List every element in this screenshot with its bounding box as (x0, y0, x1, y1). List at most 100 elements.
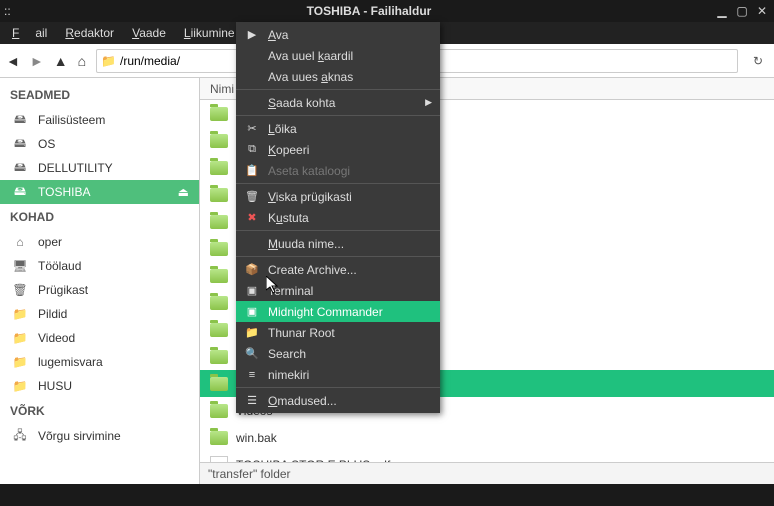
separator (236, 183, 440, 184)
ctx-rename[interactable]: Muuda nime... (236, 233, 440, 254)
minimize-button[interactable]: ▁ (714, 3, 730, 19)
terminal-icon: ▣ (244, 283, 260, 299)
ctx-delete[interactable]: ✖Kustuta (236, 207, 440, 228)
up-button[interactable]: ▲ (54, 53, 68, 69)
ctx-open-window[interactable]: Ava uues aknas (236, 66, 440, 87)
folder-icon (210, 296, 228, 310)
ctx-send-to[interactable]: Saada kohta▶ (236, 92, 440, 113)
separator (236, 115, 440, 116)
ctx-open-tab[interactable]: Ava uuel kaardil (236, 45, 440, 66)
folder-icon (210, 431, 228, 445)
folder-icon (210, 404, 228, 418)
folder-icon: 📁 (101, 54, 116, 68)
status-bar: "transfer" folder (200, 462, 774, 484)
terminal-icon: ▣ (244, 304, 260, 320)
folder-icon (210, 350, 228, 364)
folder-icon (210, 134, 228, 148)
delete-icon: ✖ (244, 210, 260, 226)
ctx-terminal[interactable]: ▣Terminal (236, 280, 440, 301)
cut-icon: ✂ (244, 121, 260, 137)
file-row[interactable]: TOSHIBA STOR.E PLUS.pdf (200, 451, 774, 462)
sidebar-item-husu[interactable]: 📁HUSU (0, 374, 199, 398)
ctx-search[interactable]: 🔍Search (236, 343, 440, 364)
open-icon: ▶ (244, 27, 260, 43)
folder-icon (210, 188, 228, 202)
ctx-open[interactable]: ▶Ava (236, 24, 440, 45)
separator (236, 387, 440, 388)
sidebar-item-pictures[interactable]: 📁Pildid (0, 302, 199, 326)
folder-icon: 📁 (10, 306, 30, 322)
properties-icon: ☰ (244, 393, 260, 409)
home-button[interactable]: ⌂ (78, 53, 86, 69)
folder-icon (210, 269, 228, 283)
close-button[interactable]: ✕ (754, 3, 770, 19)
ctx-copy[interactable]: ⧉Kopeeri (236, 139, 440, 160)
sidebar-item-desktop[interactable]: 🖥Töölaud (0, 254, 199, 278)
ctx-midnight-commander[interactable]: ▣Midnight Commander (236, 301, 440, 322)
pdf-icon (210, 456, 228, 463)
sidebar-item-os[interactable]: 🖴OS (0, 132, 199, 156)
drive-icon: 🖴 (10, 184, 30, 200)
ctx-archive[interactable]: 📦Create Archive... (236, 259, 440, 280)
folder-icon (210, 242, 228, 256)
ctx-properties[interactable]: ☰Omadused... (236, 390, 440, 411)
network-header: VÕRK (0, 398, 199, 424)
path-text: /run/media/ (120, 54, 180, 68)
devices-header: SEADMED (0, 82, 199, 108)
separator (236, 230, 440, 231)
ctx-paste: 📋Aseta kataloogi (236, 160, 440, 181)
back-button[interactable]: ◄ (6, 53, 20, 69)
search-icon: 🔍 (244, 346, 260, 362)
sidebar-item-toshiba[interactable]: 🖴TOSHIBA⏏ (0, 180, 199, 204)
folder-icon: 📁 (10, 354, 30, 370)
sidebar: SEADMED 🖴Failisüsteem 🖴OS 🖴DELLUTILITY 🖴… (0, 78, 200, 484)
trash-icon: 🗑 (10, 282, 30, 298)
folder-icon: 📁 (244, 325, 260, 341)
separator (236, 256, 440, 257)
list-icon: ≡ (244, 367, 260, 383)
context-menu: ▶Ava Ava uuel kaardil Ava uues aknas Saa… (236, 22, 440, 413)
maximize-button[interactable]: ▢ (734, 3, 750, 19)
menu-view[interactable]: Vaade (124, 24, 174, 42)
archive-icon: 📦 (244, 262, 260, 278)
folder-icon (210, 215, 228, 229)
folder-icon (210, 323, 228, 337)
ctx-thunar-root[interactable]: 📁Thunar Root (236, 322, 440, 343)
ctx-nimekiri[interactable]: ≡nimekiri (236, 364, 440, 385)
home-icon: ⌂ (10, 234, 30, 250)
forward-button[interactable]: ► (30, 53, 44, 69)
drive-icon: 🖴 (10, 112, 30, 128)
ctx-trash[interactable]: 🗑Viska prügikasti (236, 186, 440, 207)
places-header: KOHAD (0, 204, 199, 230)
sidebar-item-dellutility[interactable]: 🖴DELLUTILITY (0, 156, 199, 180)
copy-icon: ⧉ (244, 142, 260, 158)
sidebar-item-videos[interactable]: 📁Videod (0, 326, 199, 350)
sidebar-item-network[interactable]: 🖧Võrgu sirvimine (0, 424, 199, 448)
network-icon: 🖧 (10, 428, 30, 444)
submenu-arrow-icon: ▶ (425, 97, 432, 108)
sidebar-item-lugemisvara[interactable]: 📁lugemisvara (0, 350, 199, 374)
folder-icon: 📁 (10, 378, 30, 394)
trash-icon: 🗑 (244, 189, 260, 205)
paste-icon: 📋 (244, 163, 260, 179)
folder-icon (210, 377, 228, 391)
file-name: win.bak (236, 431, 277, 445)
sidebar-item-filesystem[interactable]: 🖴Failisüsteem (0, 108, 199, 132)
window-menu-icon[interactable]: :: (4, 4, 24, 18)
folder-icon: 📁 (10, 330, 30, 346)
file-row[interactable]: win.bak (200, 424, 774, 451)
eject-icon[interactable]: ⏏ (178, 185, 189, 199)
sidebar-item-oper[interactable]: ⌂oper (0, 230, 199, 254)
titlebar: :: TOSHIBA - Failihaldur ▁ ▢ ✕ (0, 0, 774, 22)
folder-icon (210, 161, 228, 175)
menu-file[interactable]: Fail (4, 24, 55, 42)
menu-editor[interactable]: Redaktor (57, 24, 122, 42)
ctx-cut[interactable]: ✂Lõika (236, 118, 440, 139)
drive-icon: 🖴 (10, 160, 30, 176)
drive-icon: 🖴 (10, 136, 30, 152)
sidebar-item-trash[interactable]: 🗑Prügikast (0, 278, 199, 302)
menu-go[interactable]: Liikumine (176, 24, 243, 42)
desktop-icon: 🖥 (10, 258, 30, 274)
reload-button[interactable]: ↻ (748, 51, 768, 71)
folder-icon (210, 107, 228, 121)
